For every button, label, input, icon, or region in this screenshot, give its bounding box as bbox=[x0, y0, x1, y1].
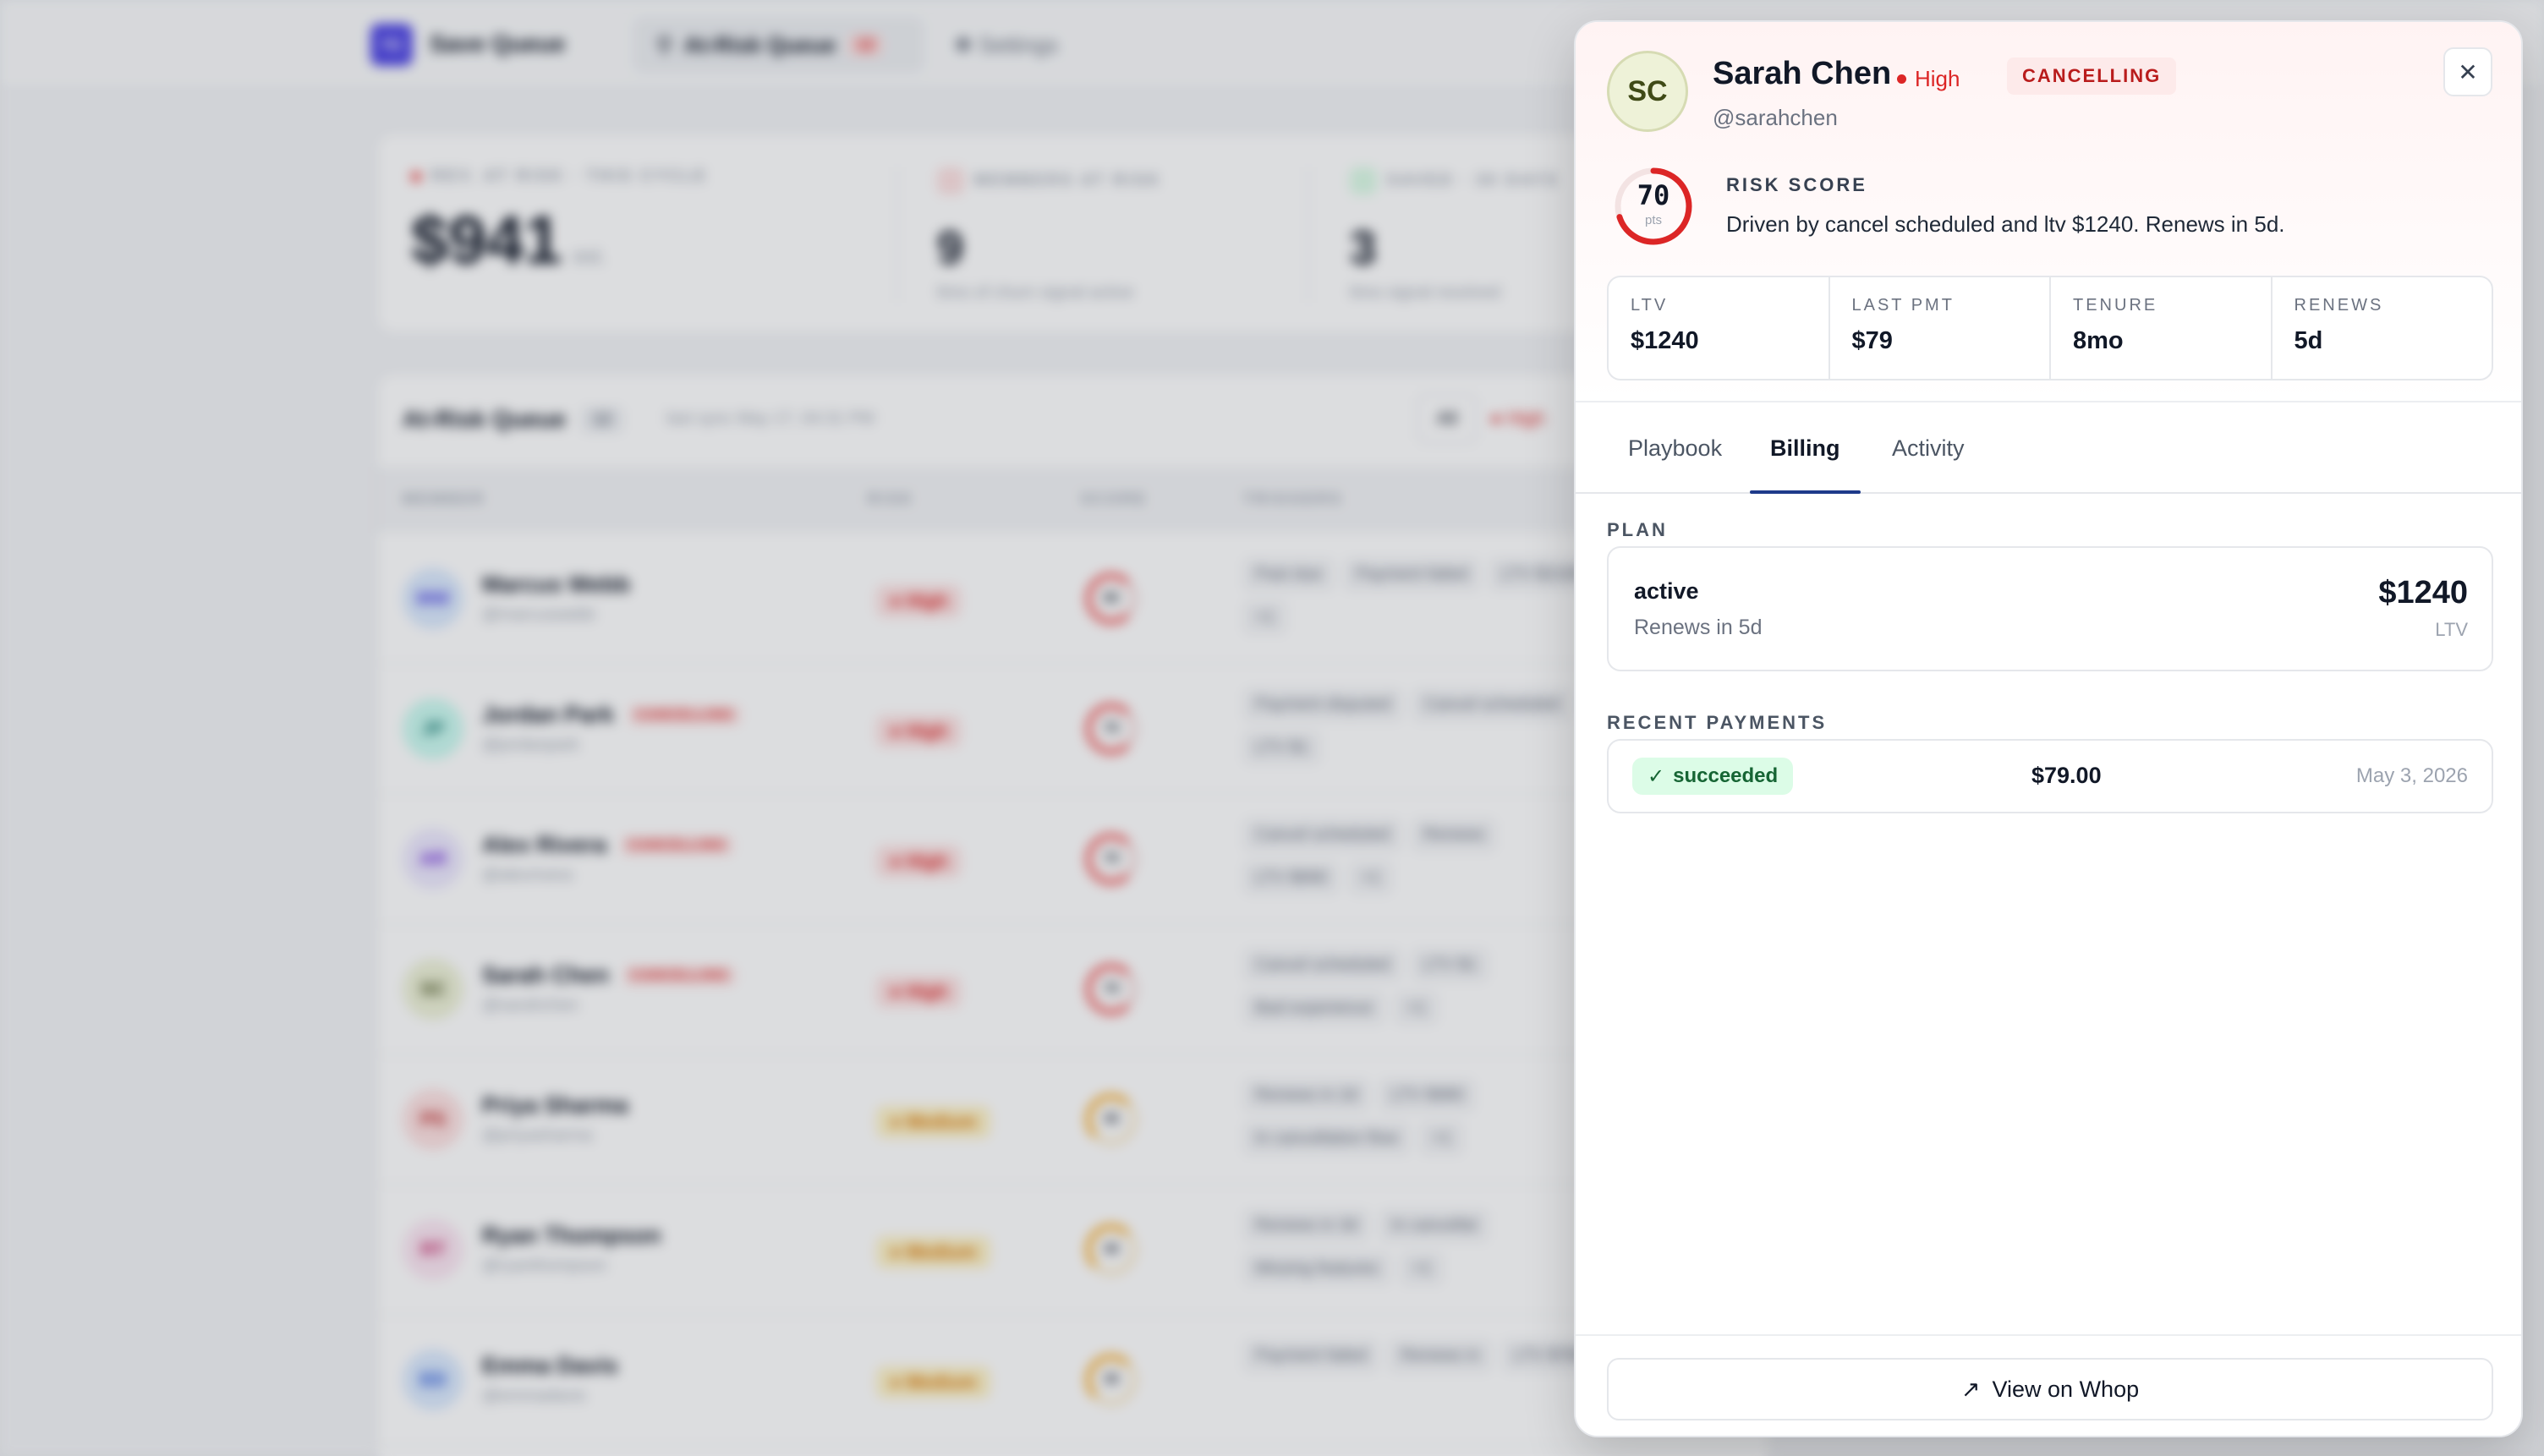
risk-score-unit: pts bbox=[1644, 213, 1662, 227]
plan-renewal: Renews in 5d bbox=[1634, 616, 1763, 639]
avatar: SC bbox=[1607, 51, 1688, 132]
drawer-tabs: Playbook Billing Activity bbox=[1576, 404, 2521, 494]
risk-score-description: Driven by cancel scheduled and ltv $1240… bbox=[1726, 211, 2285, 237]
metric-renews: RENEWS 5d bbox=[2273, 277, 2492, 379]
payment-amount: $79.00 bbox=[2031, 763, 2102, 788]
metrics-grid: LTV $1240 LAST PMT $79 TENURE 8mo RENEWS… bbox=[1607, 276, 2493, 380]
plan-amount-label: LTV bbox=[2435, 619, 2468, 640]
plan-amount: $1240 bbox=[2378, 575, 2468, 610]
metric-tenure: TENURE 8mo bbox=[2051, 277, 2273, 379]
plan-card: active Renews in 5d $1240 LTV bbox=[1607, 546, 2493, 671]
metric-label: TENURE bbox=[2073, 296, 2158, 315]
risk-level: High bbox=[1897, 66, 1960, 92]
metric-label: RENEWS bbox=[2294, 296, 2384, 315]
view-on-whop-button[interactable]: ↗ View on Whop bbox=[1607, 1358, 2493, 1420]
external-link-icon: ↗ bbox=[1960, 1376, 1981, 1402]
metric-value: $1240 bbox=[1631, 327, 1699, 354]
risk-dot-icon bbox=[1897, 74, 1906, 84]
tab-billing[interactable]: Billing bbox=[1750, 404, 1861, 494]
drawer-footer: ↗ View on Whop bbox=[1576, 1334, 2521, 1436]
metric-value: $79 bbox=[1851, 327, 1893, 354]
member-handle: @sarahchen bbox=[1713, 105, 1838, 130]
risk-score-value: 70 bbox=[1637, 179, 1670, 211]
tab-playbook[interactable]: Playbook bbox=[1576, 404, 1742, 492]
metric-ltv: LTV $1240 bbox=[1609, 277, 1830, 379]
plan-status: active bbox=[1634, 578, 1699, 604]
payments-section-label: RECENT PAYMENTS bbox=[1607, 712, 1828, 733]
metric-last-payment: LAST PMT $79 bbox=[1830, 277, 2051, 379]
tab-activity[interactable]: Activity bbox=[1872, 404, 1985, 492]
payment-status: succeeded bbox=[1673, 764, 1779, 787]
view-on-whop-label: View on Whop bbox=[1992, 1376, 2140, 1402]
member-name: Sarah Chen bbox=[1713, 56, 1892, 91]
metric-label: LTV bbox=[1631, 296, 1669, 315]
member-detail-drawer: SC Sarah Chen High CANCELLING @sarahchen… bbox=[1574, 20, 2523, 1437]
risk-score-label: RISK SCORE bbox=[1726, 174, 1867, 195]
close-button[interactable]: ✕ bbox=[2443, 47, 2492, 96]
risk-level-label: High bbox=[1915, 66, 1960, 91]
payment-date: May 3, 2026 bbox=[2355, 764, 2468, 787]
payment-status-badge: ✓ succeeded bbox=[1632, 758, 1794, 795]
payment-row: ✓ succeeded $79.00 May 3, 2026 bbox=[1607, 739, 2493, 813]
plan-section-label: PLAN bbox=[1607, 519, 1668, 540]
metric-value: 8mo bbox=[2073, 327, 2124, 354]
drawer-header: SC Sarah Chen High CANCELLING @sarahchen… bbox=[1576, 22, 2521, 402]
metric-label: LAST PMT bbox=[1851, 296, 1955, 315]
close-icon: ✕ bbox=[2458, 58, 2478, 85]
metric-value: 5d bbox=[2294, 327, 2323, 354]
check-icon: ✓ bbox=[1648, 764, 1665, 788]
status-badge: CANCELLING bbox=[2007, 57, 2177, 95]
